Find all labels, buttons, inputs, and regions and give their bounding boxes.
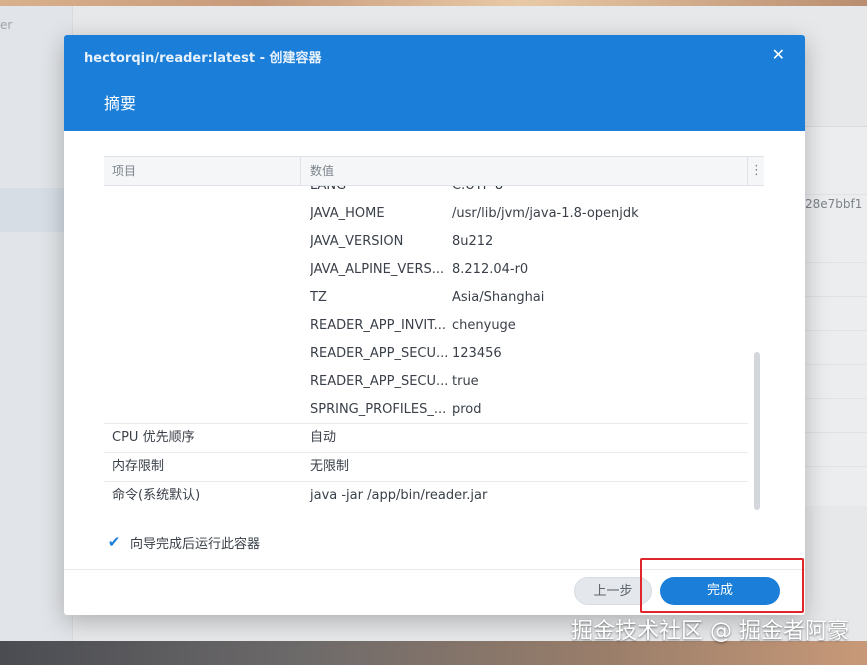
env-row: JAVA_ALPINE_VERS... 8.212.04-r0 bbox=[310, 256, 730, 284]
table-scrollbar[interactable] bbox=[754, 352, 760, 510]
property-value: 自动 bbox=[310, 430, 337, 445]
checkmark-icon[interactable]: ✔ bbox=[106, 533, 122, 551]
property-value: java -jar /app/bin/reader.jar bbox=[310, 488, 488, 503]
property-key: CPU 优先顺序 bbox=[112, 430, 195, 445]
summary-table: 项目 数值 ⋮ LANG C.UTF-8 JAVA_HOME /usr/lib/… bbox=[104, 156, 764, 510]
table-body: LANG C.UTF-8 JAVA_HOME /usr/lib/jvm/java… bbox=[104, 186, 764, 511]
env-value: 123456 bbox=[452, 346, 502, 361]
property-key: 命令(系统默认) bbox=[112, 488, 201, 503]
run-after-wizard-option[interactable]: ✔ 向导完成后运行此容器 bbox=[106, 533, 260, 552]
column-divider[interactable] bbox=[300, 157, 301, 185]
env-key: READER_APP_INVIT... bbox=[310, 318, 447, 333]
run-after-wizard-label[interactable]: 向导完成后运行此容器 bbox=[130, 533, 260, 552]
dialog-header: hectorqin/reader:latest - 创建容器 ✕ 摘要 bbox=[64, 35, 805, 131]
env-key: JAVA_HOME bbox=[310, 206, 385, 221]
column-divider[interactable] bbox=[747, 157, 748, 185]
env-row: TZ Asia/Shanghai bbox=[310, 284, 730, 312]
environment-variable-list: LANG C.UTF-8 JAVA_HOME /usr/lib/jvm/java… bbox=[310, 186, 730, 424]
create-container-dialog: hectorqin/reader:latest - 创建容器 ✕ 摘要 项目 数… bbox=[64, 35, 805, 615]
env-value: true bbox=[452, 374, 479, 389]
property-row-command: 命令(系统默认) java -jar /app/bin/reader.jar bbox=[104, 481, 748, 510]
env-key: SPRING_PROFILES_... bbox=[310, 402, 447, 417]
env-key: READER_APP_SECU... bbox=[310, 346, 449, 361]
env-value: C.UTF-8 bbox=[452, 186, 503, 200]
annotation-highlight-box bbox=[640, 558, 804, 613]
env-key: LANG bbox=[310, 186, 452, 200]
env-key: READER_APP_SECU... bbox=[310, 374, 449, 389]
env-row: READER_APP_INVIT... chenyuge bbox=[310, 312, 730, 340]
env-value: chenyuge bbox=[452, 318, 516, 333]
env-row: SPRING_PROFILES_... prod bbox=[310, 396, 730, 424]
env-value: /usr/lib/jvm/java-1.8-openjdk bbox=[452, 206, 639, 221]
env-row: READER_APP_SECU... true bbox=[310, 368, 730, 396]
env-value: prod bbox=[452, 402, 482, 417]
env-row: READER_APP_SECU... 123456 bbox=[310, 340, 730, 368]
env-key: TZ bbox=[310, 290, 327, 305]
env-value: 8u212 bbox=[452, 234, 494, 249]
env-row: JAVA_HOME /usr/lib/jvm/java-1.8-openjdk bbox=[310, 200, 730, 228]
column-header-item[interactable]: 项目 bbox=[112, 157, 136, 185]
env-value: 8.212.04-r0 bbox=[452, 262, 529, 277]
env-key: JAVA_VERSION bbox=[310, 234, 404, 249]
env-value: Asia/Shanghai bbox=[452, 290, 545, 305]
column-header-value[interactable]: 数值 bbox=[310, 157, 334, 185]
env-row: JAVA_VERSION 8u212 bbox=[310, 228, 730, 256]
dialog-subtitle: 摘要 bbox=[104, 94, 137, 113]
column-menu-icon[interactable]: ⋮ bbox=[750, 157, 763, 185]
property-row-cpu-priority: CPU 优先顺序 自动 bbox=[104, 423, 748, 452]
dialog-title: hectorqin/reader:latest - 创建容器 bbox=[84, 51, 322, 66]
table-header: 项目 数值 ⋮ bbox=[104, 157, 764, 186]
property-value: 无限制 bbox=[310, 459, 350, 474]
env-row: LANG C.UTF-8 bbox=[310, 186, 730, 200]
close-icon[interactable]: ✕ bbox=[772, 45, 785, 65]
property-key: 内存限制 bbox=[112, 459, 165, 474]
env-key: JAVA_ALPINE_VERS... bbox=[310, 262, 445, 277]
watermark: 掘金技术社区 @ 掘金者阿豪 bbox=[571, 619, 849, 644]
property-row-memory-limit: 内存限制 无限制 bbox=[104, 452, 748, 481]
